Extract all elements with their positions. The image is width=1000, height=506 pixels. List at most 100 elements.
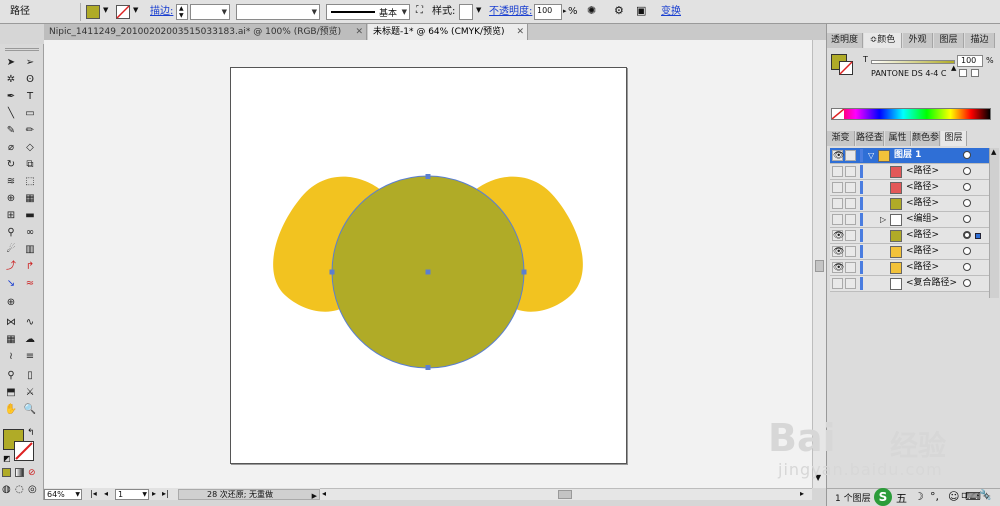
crosshair-tool-icon[interactable]: ⊕ — [3, 296, 19, 310]
brush-definition-dropdown[interactable]: 基本 ▼ — [326, 4, 410, 20]
next-page-icon[interactable]: ▸ — [152, 488, 156, 500]
lock-toggle[interactable] — [845, 230, 856, 241]
target-icon[interactable] — [963, 263, 971, 271]
free-transform-tool-icon[interactable]: ⬚ — [22, 175, 38, 189]
line-tool-icon[interactable]: ╲ — [3, 107, 19, 121]
stroke-link[interactable]: 描边: — [150, 0, 173, 24]
visibility-toggle[interactable]: 👁 — [832, 230, 844, 241]
status-field[interactable]: 28 次还原; 无重做 ▶ — [178, 489, 320, 500]
tab-document-1[interactable]: Nipic_1411249_20100202003515033183.ai* @… — [44, 24, 367, 40]
expand-icon[interactable]: ▽ — [868, 148, 874, 163]
chevron-right-icon[interactable]: ▸ — [563, 7, 567, 15]
punctuation-mode-icon[interactable]: °, — [930, 490, 939, 503]
target-icon[interactable] — [963, 279, 971, 287]
pen-tool-icon[interactable]: ✒ — [3, 90, 19, 104]
layer-row[interactable]: <路径> — [830, 164, 998, 180]
twirl-tool-icon[interactable]: ∿ — [22, 316, 38, 330]
type-tool-icon[interactable]: T — [22, 90, 38, 104]
tab-attributes[interactable]: 属性 — [885, 131, 911, 146]
web-safe-icon[interactable] — [971, 69, 979, 77]
column-graph-tool-icon[interactable]: ▥ — [22, 243, 38, 257]
default-colors-icon[interactable]: ◩ — [3, 454, 11, 463]
page-select[interactable]: 1 ▼ — [115, 489, 149, 500]
symbol-sprayer-tool-icon[interactable]: ☄ — [3, 243, 19, 257]
gear-icon[interactable]: ⚙ — [614, 4, 624, 17]
settings-icon[interactable]: ✧ — [982, 490, 991, 503]
keyboard-icon[interactable]: ⌨ — [965, 490, 981, 503]
emoji-icon[interactable]: ☺ — [948, 490, 959, 503]
tab-appearance[interactable]: 外观 — [903, 33, 933, 48]
visibility-toggle[interactable] — [832, 278, 843, 289]
none-mode-icon[interactable]: ⊘ — [28, 468, 36, 478]
anchor-point-top[interactable] — [425, 174, 431, 179]
scale-tool-icon[interactable]: ⧉ — [22, 158, 38, 172]
pencil-tool-icon[interactable]: ✏ — [22, 124, 38, 138]
anchor-point-bottom[interactable] — [425, 365, 431, 370]
lock-toggle[interactable] — [845, 262, 856, 273]
chevron-down-icon[interactable]: ▼ — [133, 6, 138, 14]
magic-wand-tool-icon[interactable]: ✲ — [3, 73, 19, 87]
prev-page-icon[interactable]: ◂ — [104, 488, 108, 500]
tab-stroke[interactable]: 描边 — [965, 33, 995, 48]
stroke-color-swatch[interactable] — [14, 441, 34, 461]
none-color-chip[interactable] — [831, 108, 845, 120]
layer-row[interactable]: <路径> — [830, 180, 998, 196]
layer-row[interactable]: ▷ <编组> — [830, 212, 998, 228]
vertical-scroll-thumb[interactable] — [815, 260, 824, 272]
rotate-tool-icon[interactable]: ↻ — [3, 158, 19, 172]
tint-input[interactable]: 100 — [957, 55, 983, 67]
lock-toggle[interactable] — [845, 278, 856, 289]
align-icon[interactable]: ▣ — [636, 4, 646, 17]
perspective-grid-tool-icon[interactable]: ⊞ — [3, 209, 19, 223]
target-icon[interactable] — [963, 231, 971, 239]
layer-name[interactable]: <路径> — [906, 244, 939, 259]
tab-color[interactable]: ≎颜色 — [864, 33, 902, 48]
layer-row-top[interactable]: 👁 ▽ 图层 1 — [830, 148, 998, 164]
horizontal-scroll-thumb[interactable] — [558, 490, 572, 499]
transform-link[interactable]: 变换 — [661, 0, 681, 24]
tab-pathfinder[interactable]: 路径查 — [856, 131, 884, 146]
tab-document-2[interactable]: 未标题-1* @ 64% (CMYK/预览) ✕ — [368, 24, 528, 40]
tab-layers[interactable]: 图层 — [941, 131, 967, 146]
lock-toggle[interactable] — [845, 166, 856, 177]
stroke-stepper[interactable]: ▲ ▼ — [176, 4, 188, 20]
anchor-point-right[interactable] — [521, 269, 527, 275]
chevron-right-icon[interactable]: ▶ — [312, 490, 317, 502]
layer-name[interactable]: <路径> — [906, 228, 939, 243]
rectangle-tool-icon[interactable]: ▭ — [22, 107, 38, 121]
layer-name[interactable]: <复合路径> — [906, 276, 957, 291]
layer-name[interactable]: <路径> — [906, 196, 939, 211]
ime-mode-label[interactable]: 五 — [896, 490, 907, 506]
selection-indicator[interactable] — [975, 233, 981, 239]
gradient-tool-icon[interactable]: ▬ — [22, 209, 38, 223]
target-icon[interactable] — [963, 215, 971, 223]
lock-toggle[interactable] — [845, 214, 856, 225]
layer-row[interactable]: 👁 <路径> — [830, 244, 998, 260]
slice-tool-icon[interactable]: ⚔ — [22, 386, 38, 400]
blob-brush-tool-icon[interactable]: ⌀ — [3, 141, 19, 155]
recolor-artwork-icon[interactable]: ✺ — [587, 4, 596, 17]
layer-name[interactable]: <路径> — [906, 260, 939, 275]
collapse-icon[interactable]: ▷ — [880, 212, 886, 227]
lasso-tool-icon[interactable]: ʘ — [22, 73, 38, 87]
tint-slider-handle[interactable]: ▲ — [951, 64, 956, 72]
scroll-right-icon[interactable]: ▸ — [800, 489, 804, 498]
draw-behind-icon[interactable]: ◌ — [15, 484, 24, 495]
convert-anchor-tool-icon[interactable]: ↱ — [22, 260, 38, 274]
visibility-toggle[interactable] — [832, 214, 843, 225]
shape-builder-tool-icon[interactable]: ⊕ — [3, 192, 19, 206]
punctuation-icon[interactable]: ☽ — [914, 490, 924, 503]
layer-name[interactable]: <编组> — [906, 212, 939, 227]
sogou-ime-icon[interactable]: S — [874, 488, 892, 506]
first-page-icon[interactable]: |◂ — [90, 488, 97, 500]
last-page-icon[interactable]: ▸| — [162, 488, 169, 500]
visibility-toggle[interactable] — [832, 198, 843, 209]
align-stroke-icon[interactable]: ⛶ — [416, 5, 423, 16]
layers-scrollbar[interactable]: ▲ — [989, 148, 999, 298]
horizontal-scrollbar[interactable]: ◂ ▸ — [320, 488, 812, 500]
opacity-input[interactable]: 100 — [534, 4, 562, 20]
mesh-tool-icon[interactable]: ▦ — [3, 333, 19, 347]
tab-color-guide[interactable]: 颜色参 — [912, 131, 940, 146]
layer-name[interactable]: 图层 1 — [894, 148, 921, 163]
fill-swatch[interactable] — [86, 5, 100, 19]
